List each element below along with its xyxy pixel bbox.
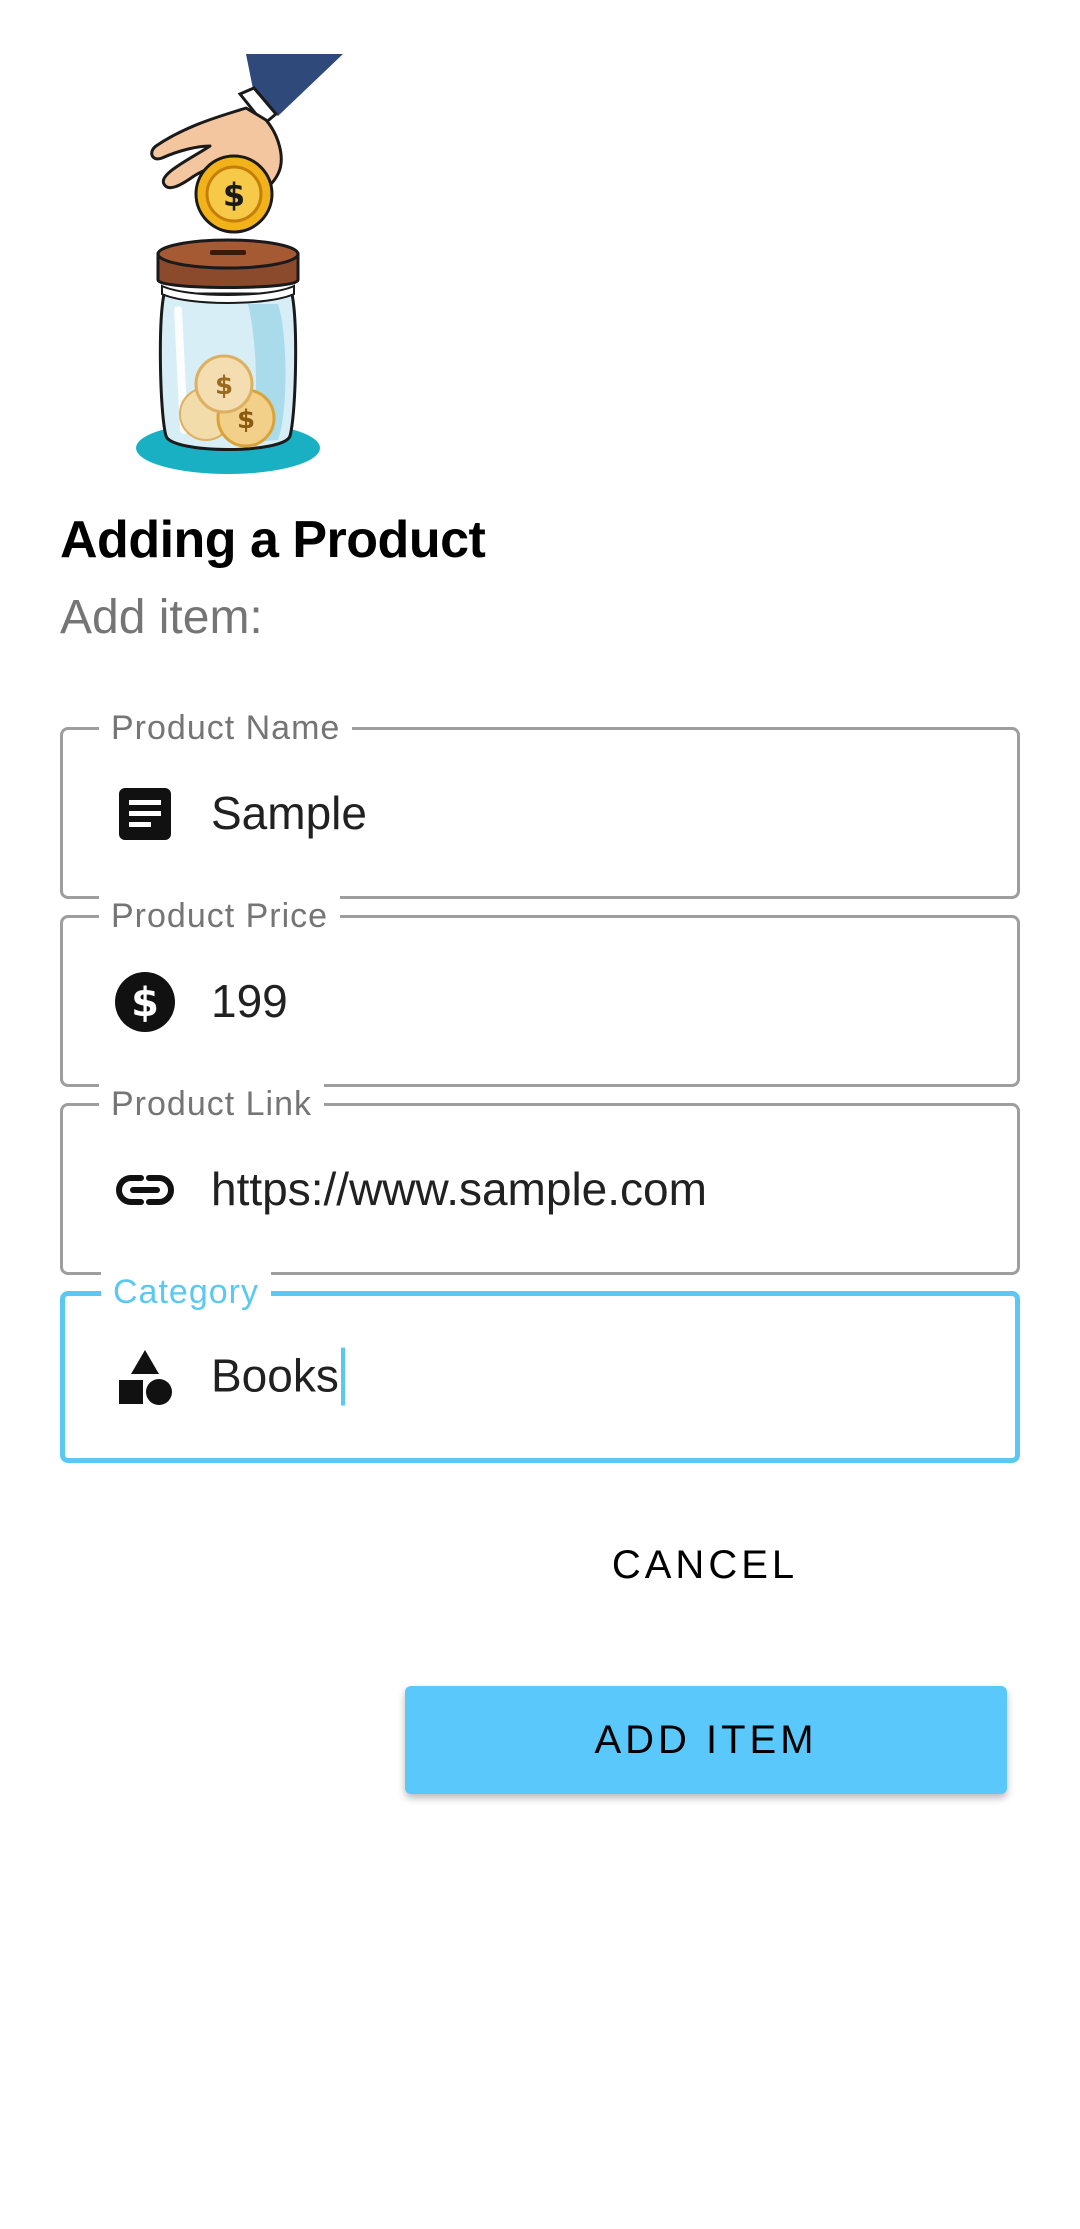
category-shapes-icon <box>113 1346 177 1410</box>
page-title: Adding a Product <box>60 511 486 569</box>
product-link-field[interactable]: Product Link https://www.sample.com <box>60 1084 1020 1275</box>
svg-text:$: $ <box>131 980 159 1026</box>
product-price-input[interactable]: 199 <box>211 974 288 1028</box>
svg-text:$: $ <box>223 176 245 214</box>
add-item-button[interactable]: ADD ITEM <box>405 1686 1007 1794</box>
product-price-label: Product Price <box>99 896 341 936</box>
notes-icon <box>113 782 177 846</box>
svg-text:$: $ <box>215 371 233 401</box>
coin-jar-illustration: $ $ $ <box>128 54 348 480</box>
page-subtitle: Add item: <box>60 591 263 644</box>
category-value: Books <box>211 1349 339 1402</box>
product-name-field[interactable]: Product Name Sample <box>60 708 1020 899</box>
product-name-label: Product Name <box>99 708 353 748</box>
svg-text:$: $ <box>237 405 255 435</box>
product-link-label: Product Link <box>99 1084 324 1124</box>
dollar-circle-icon: $ <box>113 970 177 1034</box>
category-input[interactable]: Books <box>211 1347 345 1406</box>
text-cursor <box>340 1347 345 1406</box>
link-icon <box>113 1158 177 1222</box>
product-name-input[interactable]: Sample <box>211 786 367 840</box>
product-price-field[interactable]: Product Price $ 199 <box>60 896 1020 1087</box>
cancel-button[interactable]: CANCEL <box>560 1520 850 1610</box>
category-label: Category <box>101 1272 271 1312</box>
product-link-input[interactable]: https://www.sample.com <box>211 1162 707 1216</box>
category-field[interactable]: Category Books <box>60 1272 1020 1463</box>
